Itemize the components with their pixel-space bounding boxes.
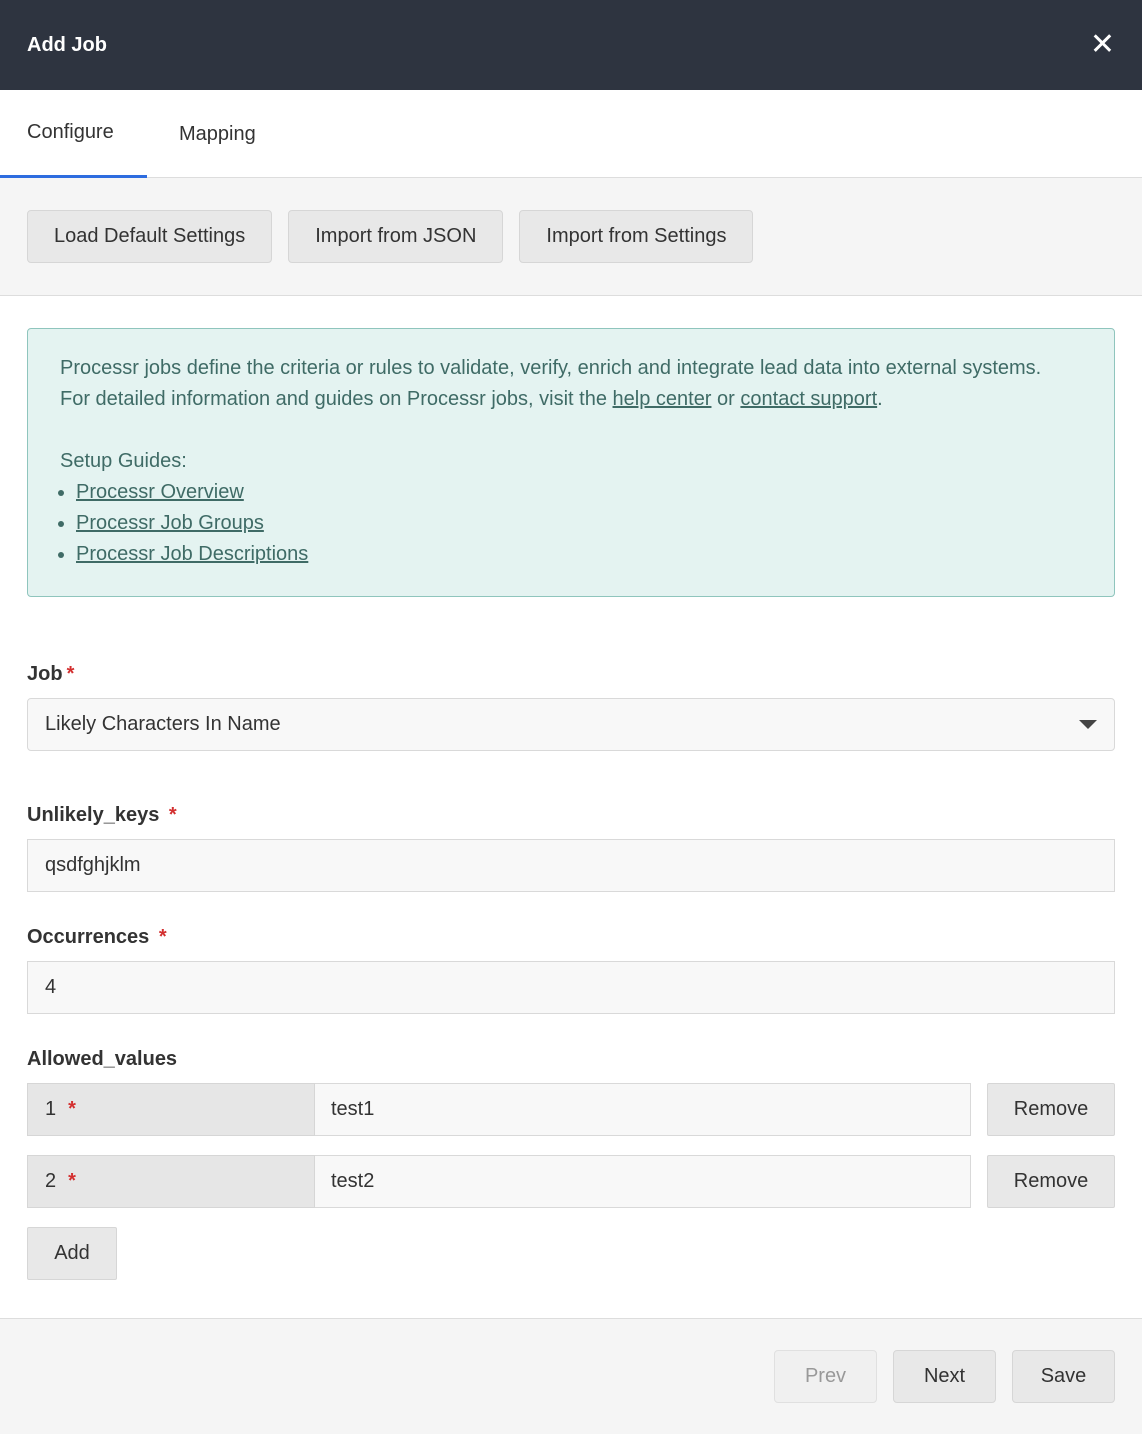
toolbar: Load Default Settings Import from JSON I… [0, 178, 1142, 296]
help-center-link[interactable]: help center [613, 388, 712, 410]
list-item: Processr Overview [76, 477, 1082, 508]
save-button[interactable]: Save [1012, 1350, 1115, 1403]
guide-link-overview[interactable]: Processr Overview [76, 481, 244, 503]
form-content: Processr jobs define the criteria or rul… [0, 296, 1142, 1280]
dialog-header: Add Job ✕ [0, 0, 1142, 90]
job-label: Job * [27, 663, 1115, 686]
required-mark: * [68, 1170, 76, 1192]
info-description: Processr jobs define the criteria or rul… [60, 357, 1042, 379]
prev-button[interactable]: Prev [774, 1350, 877, 1403]
allowed-value-index-text: 1 [45, 1098, 57, 1120]
allowed-value-row: 2* Remove [27, 1155, 1115, 1208]
allowed-value-input[interactable] [315, 1155, 971, 1208]
tab-mapping[interactable]: Mapping [147, 90, 283, 178]
required-mark: * [68, 1098, 76, 1120]
allowed-value-index-text: 2 [45, 1170, 57, 1192]
dialog-title: Add Job [27, 33, 107, 56]
tab-bar: Configure Mapping [0, 90, 1142, 178]
allowed-values-label: Allowed_values [27, 1048, 178, 1070]
chevron-down-icon [1079, 720, 1097, 729]
setup-guides-title: Setup Guides: [60, 450, 187, 472]
remove-button[interactable]: Remove [987, 1083, 1115, 1136]
contact-support-link[interactable]: contact support [740, 388, 877, 410]
list-item: Processr Job Descriptions [76, 539, 1082, 570]
info-help-prefix: For detailed information and guides on P… [60, 388, 613, 410]
next-button[interactable]: Next [893, 1350, 996, 1403]
required-mark: * [158, 926, 167, 948]
job-select[interactable]: Likely Characters In Name [27, 698, 1115, 751]
occurrences-label-text: Occurrences [27, 926, 150, 948]
occurrences-label: Occurrences * [27, 926, 1115, 949]
unlikely-keys-label: Unlikely_keys * [27, 804, 1115, 827]
info-help-line: For detailed information and guides on P… [60, 384, 1082, 415]
required-mark: * [168, 804, 177, 826]
occurrences-input[interactable] [27, 961, 1115, 1014]
guide-link-job-descriptions[interactable]: Processr Job Descriptions [76, 543, 308, 565]
job-select-value: Likely Characters In Name [45, 713, 281, 735]
allowed-value-index: 1 * [27, 1083, 315, 1136]
list-item: Processr Job Groups [76, 508, 1082, 539]
allowed-value-row: 1* Remove [27, 1083, 1115, 1136]
remove-button[interactable]: Remove [987, 1155, 1115, 1208]
unlikely-keys-label-text: Unlikely_keys [27, 804, 160, 826]
guide-link-job-groups[interactable]: Processr Job Groups [76, 512, 264, 534]
import-from-json-button[interactable]: Import from JSON [288, 210, 504, 263]
allowed-value-input[interactable] [315, 1083, 971, 1136]
import-from-settings-button[interactable]: Import from Settings [519, 210, 754, 263]
job-label-text: Job [27, 663, 63, 685]
add-value-button[interactable]: Add [27, 1227, 117, 1280]
close-icon[interactable]: ✕ [1090, 30, 1115, 60]
allowed-value-index: 2 * [27, 1155, 315, 1208]
unlikely-keys-input[interactable] [27, 839, 1115, 892]
tab-configure[interactable]: Configure [0, 90, 147, 178]
load-default-settings-button[interactable]: Load Default Settings [27, 210, 273, 263]
dialog-footer: Prev Next Save [0, 1318, 1142, 1434]
required-mark: * [66, 663, 75, 685]
setup-guides-list: Processr Overview Processr Job Groups Pr… [60, 477, 1082, 570]
info-period: . [877, 388, 883, 410]
info-box: Processr jobs define the criteria or rul… [27, 328, 1115, 597]
info-or: or [711, 388, 741, 410]
